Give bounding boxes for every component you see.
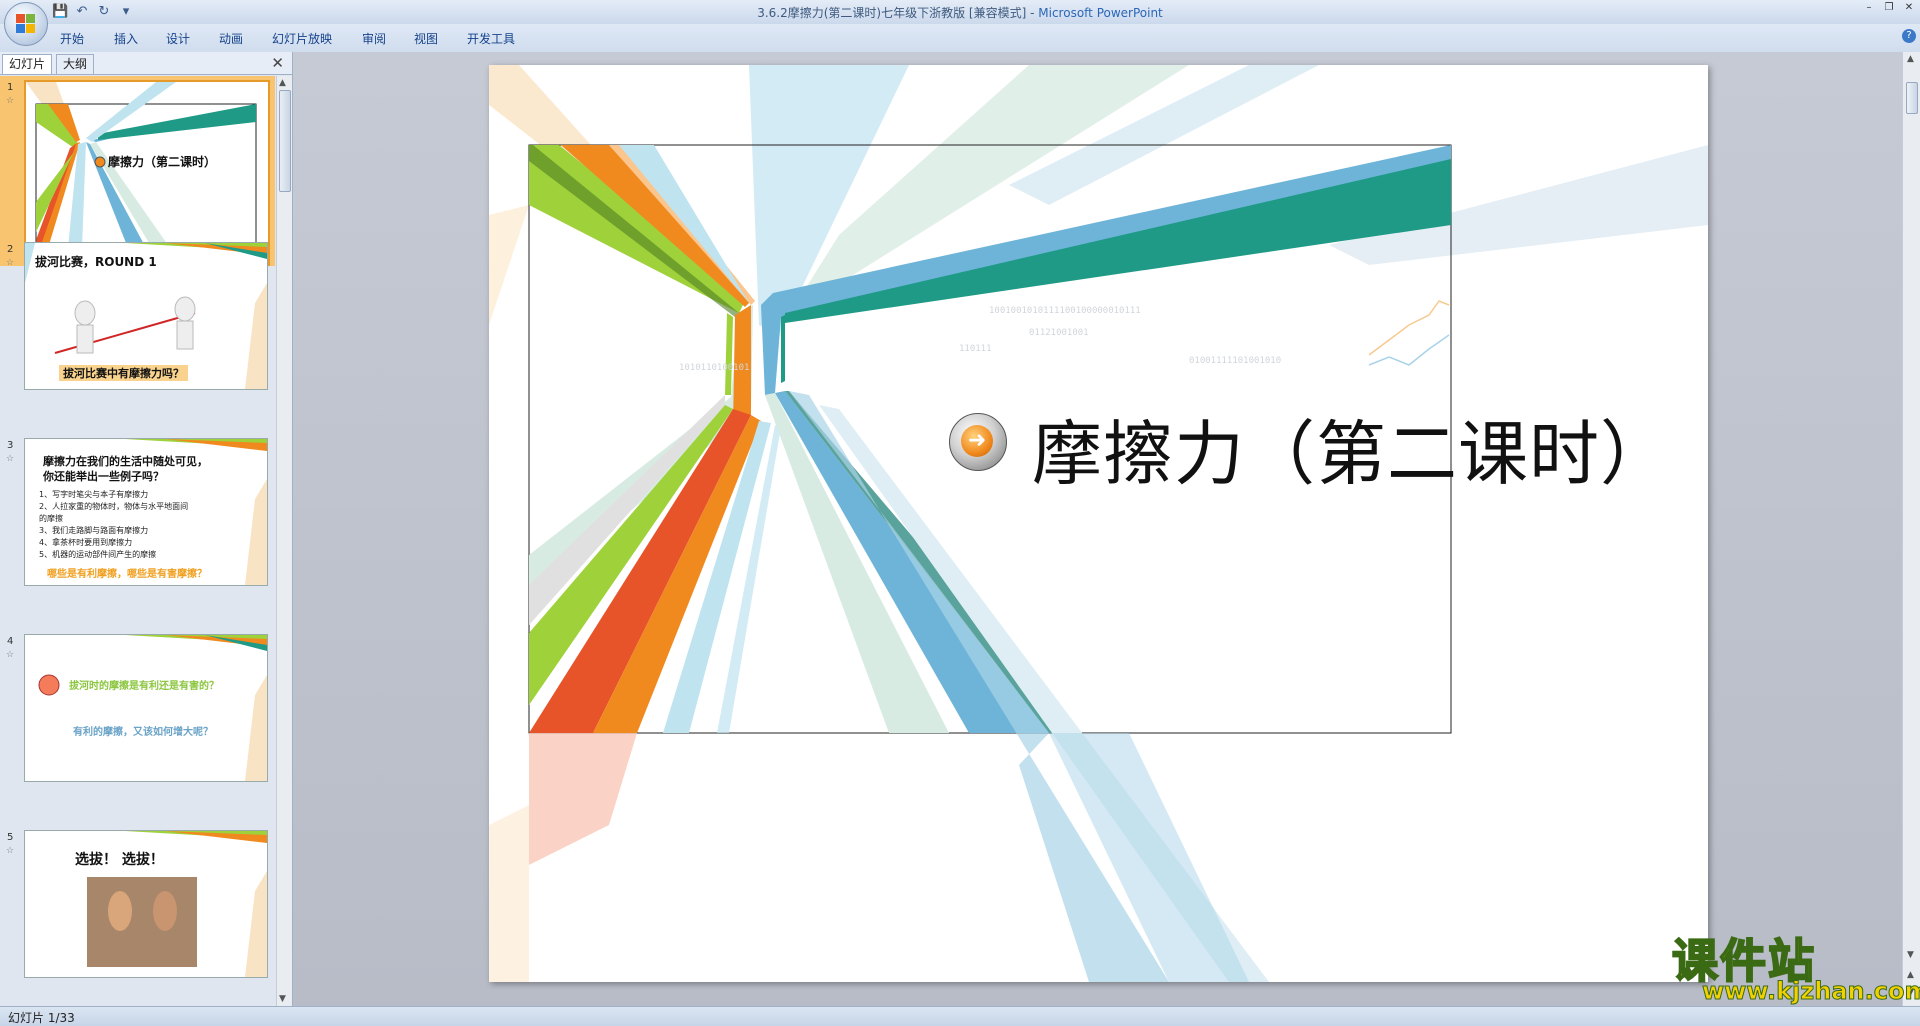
thumbnail-line-2: 有利的摩擦，又该如何增大呢？	[73, 727, 213, 738]
scroll-down-icon[interactable]: ▼	[1907, 950, 1914, 960]
tab-design[interactable]: 设计	[166, 30, 190, 47]
thumbnail-title: 拔河比赛，ROUND 1	[35, 255, 157, 269]
restore-icon[interactable]: ❐	[1884, 2, 1894, 13]
animation-icon: ☆	[6, 650, 15, 660]
thumbnail-caption: 拔河比赛中有摩擦力吗？	[59, 365, 188, 381]
watermark-url: www.kjzhan.com	[1701, 977, 1920, 1006]
title-bar: 💾 ↶ ↻ ▾ 3.6.2摩擦力(第二课时)七年级下浙教版 [兼容模式] - M…	[0, 0, 1920, 24]
tab-slideshow[interactable]: 幻灯片放映	[272, 30, 332, 47]
scroll-up-icon[interactable]: ▲	[279, 78, 286, 88]
editor-scrollbar[interactable]: ▲ ▼ ▲ ▼	[1902, 52, 1920, 1006]
thumbnail-title: 摩擦力（第二课时）	[108, 154, 216, 169]
panel-scrollbar[interactable]: ▲ ▼	[276, 76, 292, 1006]
document-title: 3.6.2摩擦力(第二课时)七年级下浙教版 [兼容模式]	[757, 6, 1027, 20]
slide-title[interactable]: 摩擦力（第二课时）	[1032, 398, 1671, 499]
thumbnail-image: 摩擦力在我们的生活中随处可见， 你还能举出一些例子吗？ 1、写字时笔尖与本子有摩…	[24, 438, 268, 586]
thumbnail-image: 拔河时的摩擦是有利还是有害的？ 有利的摩擦，又该如何增大呢？	[24, 634, 268, 782]
slide-number: 1	[7, 82, 14, 93]
slides-panel: 幻灯片 大纲 ✕ 1 ☆ 摩擦力（第二课时） 2 ☆ 拔河比赛，ROUND 1 …	[0, 52, 293, 1006]
scroll-down-icon[interactable]: ▼	[279, 994, 286, 1004]
tab-home[interactable]: 开始	[60, 30, 84, 47]
ribbon-tab-bar: 开始 插入 设计 动画 幻灯片放映 审阅 视图 开发工具 ?	[0, 24, 1920, 53]
scroll-thumb[interactable]	[279, 90, 291, 192]
svg-text:01001111101001010: 01001111101001010	[1189, 356, 1281, 366]
window-controls: – ❐ ✕	[1864, 2, 1914, 13]
svg-text:110111: 110111	[959, 344, 992, 354]
slide-number: 5	[7, 832, 14, 843]
slide-number: 2	[7, 244, 14, 255]
slide-number: 3	[7, 440, 14, 451]
animation-icon: ☆	[6, 454, 15, 464]
thumbnail-list-item: 4、拿茶杯时要用到摩擦力	[39, 538, 133, 547]
minimize-icon[interactable]: –	[1864, 2, 1874, 13]
thumbnail-image: 选拔！ 选拔！	[24, 830, 268, 978]
close-panel-icon[interactable]: ✕	[271, 54, 284, 72]
panel-tab-bar: 幻灯片 大纲 ✕	[0, 52, 292, 75]
arrow-bullet-icon: ➜	[949, 413, 1007, 471]
current-slide[interactable]: 1001001010111100100000010111 01121001001…	[489, 65, 1708, 982]
thumbnail-list-item: 5、机器的运动部件间产生的摩擦	[39, 550, 157, 559]
slide-editor: 1001001010111100100000010111 01121001001…	[293, 52, 1903, 1006]
thumbnail-list-item: 1、写字时笔尖与本子有摩擦力	[39, 490, 149, 499]
tab-outline[interactable]: 大纲	[56, 54, 95, 74]
thumbnail-title: 选拔！ 选拔！	[75, 852, 164, 868]
status-bar: 幻灯片 1/33	[0, 1006, 1920, 1026]
animation-icon: ☆	[6, 258, 15, 268]
site-watermark: 课件站 www.kjzhan.com	[1671, 925, 1920, 1006]
help-icon[interactable]: ?	[1902, 29, 1916, 43]
office-button[interactable]	[4, 2, 48, 46]
thumbnail-slide-2[interactable]: 2 ☆ 拔河比赛，ROUND 1 拔河比赛中有摩擦力吗？	[0, 238, 275, 428]
svg-text:01121001001: 01121001001	[1029, 328, 1089, 338]
thumbnail-list-item: 3、我们走路脚与路面有摩擦力	[39, 526, 149, 535]
thumbnail-title: 摩擦力在我们的生活中随处可见，	[43, 455, 208, 468]
tab-animations[interactable]: 动画	[219, 30, 243, 47]
thumbnail-question: 哪些是有利摩擦，哪些是有害摩擦？	[47, 569, 207, 580]
app-name: Microsoft PowerPoint	[1038, 6, 1163, 20]
thumbnail-title-2: 你还能举出一些例子吗？	[43, 470, 164, 483]
svg-text:1010110100101: 1010110100101	[679, 363, 749, 373]
slide-thumbnails: 1 ☆ 摩擦力（第二课时） 2 ☆ 拔河比赛，ROUND 1 拔河比赛中有摩擦力…	[0, 76, 275, 1006]
tab-slides[interactable]: 幻灯片	[2, 54, 53, 74]
thumbnail-slide-3[interactable]: 3 ☆ 摩擦力在我们的生活中随处可见， 你还能举出一些例子吗？ 1、写字时笔尖与…	[0, 434, 275, 624]
animation-icon: ☆	[6, 96, 15, 106]
scroll-up-icon[interactable]: ▲	[1907, 54, 1914, 64]
thumbnail-slide-5[interactable]: 5 ☆ 选拔！ 选拔！	[0, 826, 275, 1006]
tab-developer[interactable]: 开发工具	[467, 30, 515, 47]
thumbnail-image: 拔河比赛，ROUND 1 拔河比赛中有摩擦力吗？	[24, 242, 268, 390]
scroll-thumb[interactable]	[1906, 82, 1918, 114]
thumbnail-slide-4[interactable]: 4 ☆ 拔河时的摩擦是有利还是有害的？ 有利的摩擦，又该如何增大呢？	[0, 630, 275, 820]
svg-text:1001001010111100100000010111: 1001001010111100100000010111	[989, 306, 1141, 316]
thumbnail-line-1: 拔河时的摩擦是有利还是有害的？	[69, 681, 219, 692]
slide-counter: 幻灯片 1/33	[8, 1011, 75, 1025]
tab-view[interactable]: 视图	[414, 30, 438, 47]
window-title: 3.6.2摩擦力(第二课时)七年级下浙教版 [兼容模式] - Microsoft…	[757, 6, 1163, 20]
thumbnail-list-item: 2、人拉家重的物体时，物体与水平地面间	[39, 502, 189, 511]
slide-number: 4	[7, 636, 14, 647]
animation-icon: ☆	[6, 846, 15, 856]
tab-review[interactable]: 审阅	[362, 30, 386, 47]
thumbnail-list-item: 的摩擦	[39, 514, 63, 523]
tab-insert[interactable]: 插入	[114, 30, 138, 47]
office-logo-icon	[16, 14, 36, 34]
close-icon[interactable]: ✕	[1904, 2, 1914, 13]
